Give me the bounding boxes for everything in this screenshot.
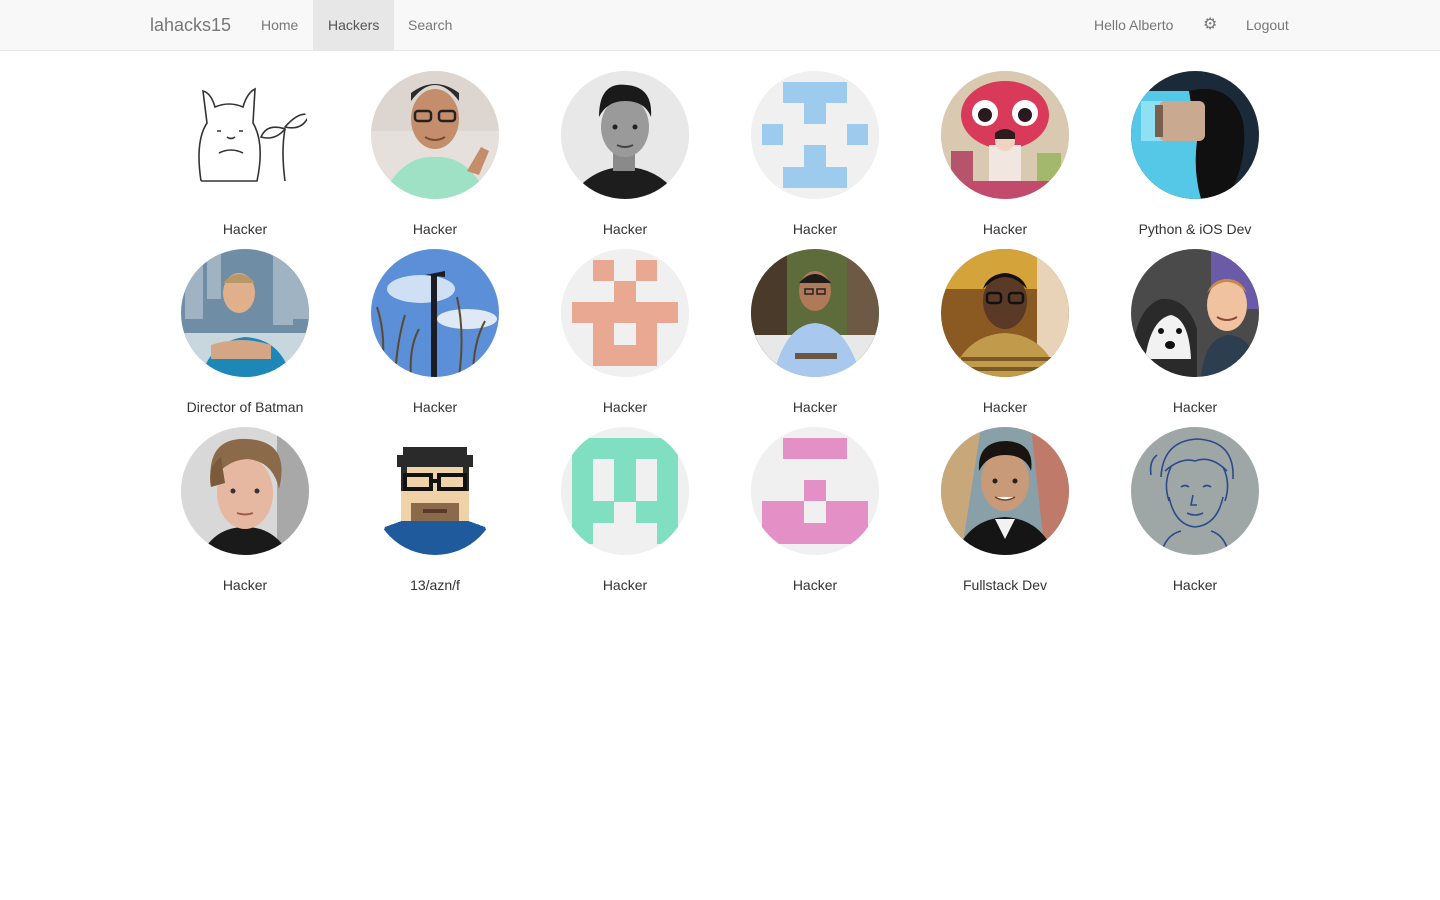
hacker-card[interactable]: Hacker <box>720 71 910 249</box>
avatar[interactable] <box>561 249 689 377</box>
avatar[interactable] <box>941 71 1069 199</box>
hacker-title: Hacker <box>792 577 838 593</box>
user-greeting-link[interactable]: Hello Alberto <box>1079 0 1188 50</box>
hacker-card[interactable]: Hacker <box>150 427 340 605</box>
avatar[interactable] <box>751 249 879 377</box>
hacker-card[interactable]: Hacker <box>530 427 720 605</box>
hacker-title: Fullstack Dev <box>962 577 1048 593</box>
avatar[interactable] <box>1131 71 1259 199</box>
hacker-title: 13/azn/f <box>410 577 460 593</box>
hackers-grid: Hacker Hacker Hacker Hacker Hacker Pytho… <box>150 71 1290 605</box>
hacker-title: Hacker <box>602 221 648 237</box>
hacker-title: Hacker <box>982 399 1028 415</box>
hacker-card[interactable]: Hacker <box>1100 249 1290 427</box>
hacker-title: Hacker <box>222 577 268 593</box>
hacker-card[interactable]: Hacker <box>340 249 530 427</box>
hacker-title: Hacker <box>1172 577 1218 593</box>
hacker-title: Hacker <box>412 399 458 415</box>
nav-home-link[interactable]: Home <box>246 0 313 50</box>
hacker-title: Hacker <box>412 221 458 237</box>
hacker-title: Director of Batman <box>186 399 304 415</box>
hacker-card[interactable]: Director of Batman <box>150 249 340 427</box>
avatar[interactable] <box>751 71 879 199</box>
avatar[interactable] <box>371 249 499 377</box>
hacker-card[interactable]: 13/azn/f <box>340 427 530 605</box>
avatar[interactable] <box>1131 249 1259 377</box>
hacker-card[interactable]: Hacker <box>720 427 910 605</box>
hacker-title: Hacker <box>222 221 268 237</box>
hacker-title: Hacker <box>792 399 838 415</box>
hacker-card[interactable]: Hacker <box>530 249 720 427</box>
nav-hackers-link[interactable]: Hackers <box>313 0 395 50</box>
top-navbar: lahacks15 Home Hackers Search Hello Albe… <box>0 0 1440 51</box>
avatar[interactable] <box>941 249 1069 377</box>
avatar[interactable] <box>181 71 309 199</box>
hacker-title: Hacker <box>982 221 1028 237</box>
brand-link[interactable]: lahacks15 <box>150 0 231 50</box>
hacker-title: Hacker <box>792 221 838 237</box>
hacker-card[interactable]: Hacker <box>340 71 530 249</box>
hacker-card[interactable]: Hacker <box>530 71 720 249</box>
hacker-card[interactable]: Hacker <box>150 71 340 249</box>
hacker-card[interactable]: Python & iOS Dev <box>1100 71 1290 249</box>
hacker-title: Python & iOS Dev <box>1138 221 1252 237</box>
hacker-title: Hacker <box>1172 399 1218 415</box>
hacker-card[interactable]: Hacker <box>1100 427 1290 605</box>
avatar[interactable] <box>561 71 689 199</box>
hacker-card[interactable]: Hacker <box>910 71 1100 249</box>
avatar[interactable] <box>371 427 499 555</box>
avatar[interactable] <box>371 71 499 199</box>
hacker-card[interactable]: Hacker <box>910 249 1100 427</box>
logout-link[interactable]: Logout <box>1231 0 1304 50</box>
avatar[interactable] <box>181 249 309 377</box>
avatar[interactable] <box>561 427 689 555</box>
avatar[interactable] <box>1131 427 1259 555</box>
avatar[interactable] <box>751 427 879 555</box>
hacker-card[interactable]: Fullstack Dev <box>910 427 1100 605</box>
nav-search-link[interactable]: Search <box>393 0 467 50</box>
hacker-card[interactable]: Hacker <box>720 249 910 427</box>
hacker-title: Hacker <box>602 577 648 593</box>
avatar[interactable] <box>181 427 309 555</box>
gear-icon[interactable]: ⚙ <box>1188 0 1232 50</box>
hacker-title: Hacker <box>602 399 648 415</box>
avatar[interactable] <box>941 427 1069 555</box>
